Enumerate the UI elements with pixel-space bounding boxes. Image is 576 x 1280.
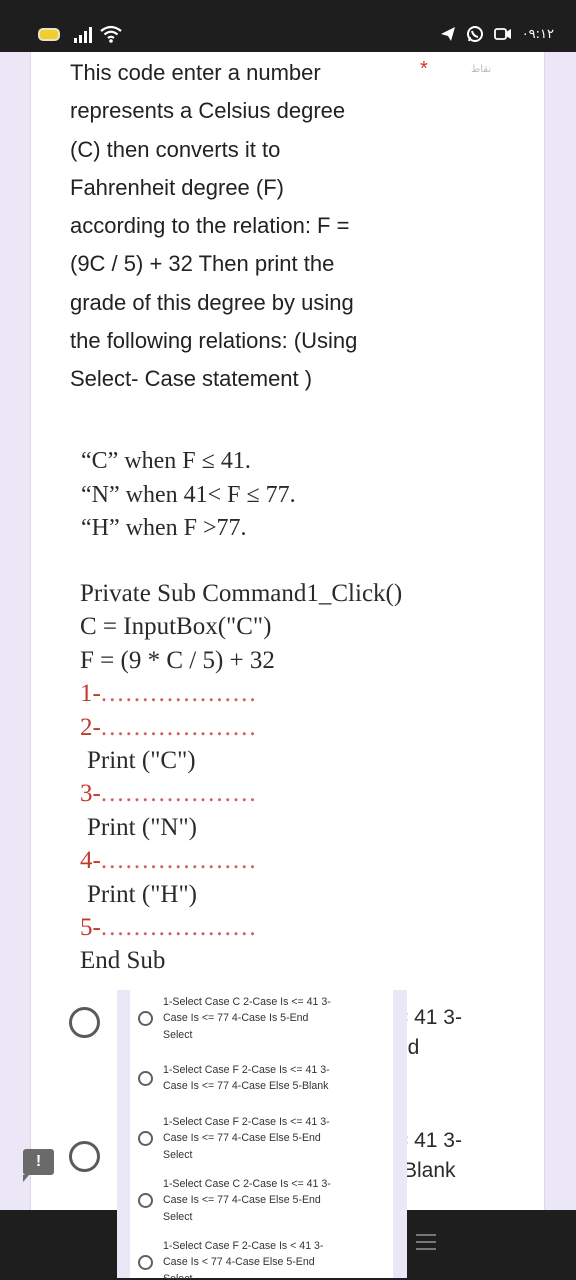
option-4[interactable]: 1-Select Case C 2-Case Is <= 41 3-Case I… [138, 1176, 393, 1225]
code-blank-3: 3-................... [80, 780, 258, 808]
radio-button[interactable] [138, 1070, 153, 1086]
status-bar: ٠٩:١٢ [0, 0, 576, 52]
signal-icon [74, 27, 94, 43]
question-line: Select- Case statement ) [70, 366, 313, 392]
radio-button[interactable] [138, 1192, 153, 1208]
feedback-icon[interactable]: ! [23, 1149, 54, 1182]
code-line: C = InputBox("C") [80, 613, 272, 641]
option-label: 1-Select Case C 2-Case Is <= 41 3-Case I… [163, 996, 331, 1041]
option-1[interactable]: 1-Select Case C 2-Case Is <= 41 3-Case I… [138, 994, 393, 1043]
question-line: (9C / 5) + 32 Then print the [70, 251, 335, 277]
option-label: 1-Select Case C 2-Case Is <= 41 3-Case I… [163, 1178, 331, 1223]
option-label: 1-Select Case F 2-Case Is < 41 3-Case Is… [163, 1240, 324, 1280]
options-inset: 1-Select Case C 2-Case Is <= 41 3-Case I… [117, 990, 407, 1280]
option-2[interactable]: 1-Select Case F 2-Case Is <= 41 3-Case I… [138, 1062, 393, 1095]
video-icon [493, 28, 511, 40]
status-time: ٠٩:١٢ [521, 26, 554, 42]
question-line: (C) then converts it to [70, 136, 281, 162]
background-radio-1[interactable] [69, 1007, 100, 1038]
option-label: 1-Select Case F 2-Case Is <= 41 3-Case I… [163, 1064, 330, 1093]
question-line: grade of this degree by using [70, 289, 354, 315]
background-radio-2[interactable] [69, 1141, 100, 1172]
options-card: 1-Select Case C 2-Case Is <= 41 3-Case I… [130, 990, 393, 1280]
code-line: Private Sub Command1_Click() [80, 580, 403, 607]
question-line: the following relations: (Using [70, 328, 358, 354]
option-label: 1-Select Case F 2-Case Is <= 41 3-Case I… [163, 1116, 330, 1161]
question-text: This code enter a number represents a Ce… [70, 52, 420, 399]
code-blank-2: 2-................... [80, 713, 258, 741]
rule-line: “C” when F ≤ 41. [81, 448, 251, 474]
code-blank-4: 4-................... [80, 847, 258, 875]
code-line: Print ("C") [87, 747, 196, 775]
code-blank-5: 5-................... [80, 914, 258, 942]
question-line: Fahrenheit degree (F) [70, 174, 284, 200]
code-blank-1: 1-................... [80, 680, 258, 708]
option-3[interactable]: 1-Select Case F 2-Case Is <= 41 3-Case I… [138, 1114, 393, 1163]
radio-button[interactable] [138, 1010, 153, 1026]
telegram-icon [440, 27, 455, 41]
required-marker: * [420, 58, 428, 80]
rule-line: “N” when 41< F ≤ 77. [81, 481, 296, 508]
wifi-icon [100, 25, 122, 43]
code-line: End Sub [80, 947, 166, 975]
code-block: Private Sub Command1_Click() C = InputBo… [80, 577, 402, 978]
code-line: Print ("H") [87, 880, 197, 908]
code-line: Print ("N") [87, 813, 197, 841]
battery-icon [38, 28, 60, 41]
code-line: F = (9 * C / 5) + 32 [80, 646, 275, 674]
option-5[interactable]: 1-Select Case F 2-Case Is < 41 3-Case Is… [138, 1238, 393, 1280]
radio-button[interactable] [138, 1254, 153, 1270]
rule-line: “H” when F >77. [81, 515, 247, 541]
question-line: according to the relation: F = [70, 213, 350, 239]
whatsapp-icon [466, 26, 483, 42]
radio-button[interactable] [138, 1130, 153, 1146]
question-line: represents a Celsius degree [70, 98, 346, 124]
menu-icon[interactable] [416, 1234, 436, 1254]
points-label: نقاط [471, 64, 492, 75]
grade-rules: “C” when F ≤ 41. “N” when 41< F ≤ 77. “H… [81, 445, 296, 546]
question-line: This code enter a number [70, 60, 321, 85]
